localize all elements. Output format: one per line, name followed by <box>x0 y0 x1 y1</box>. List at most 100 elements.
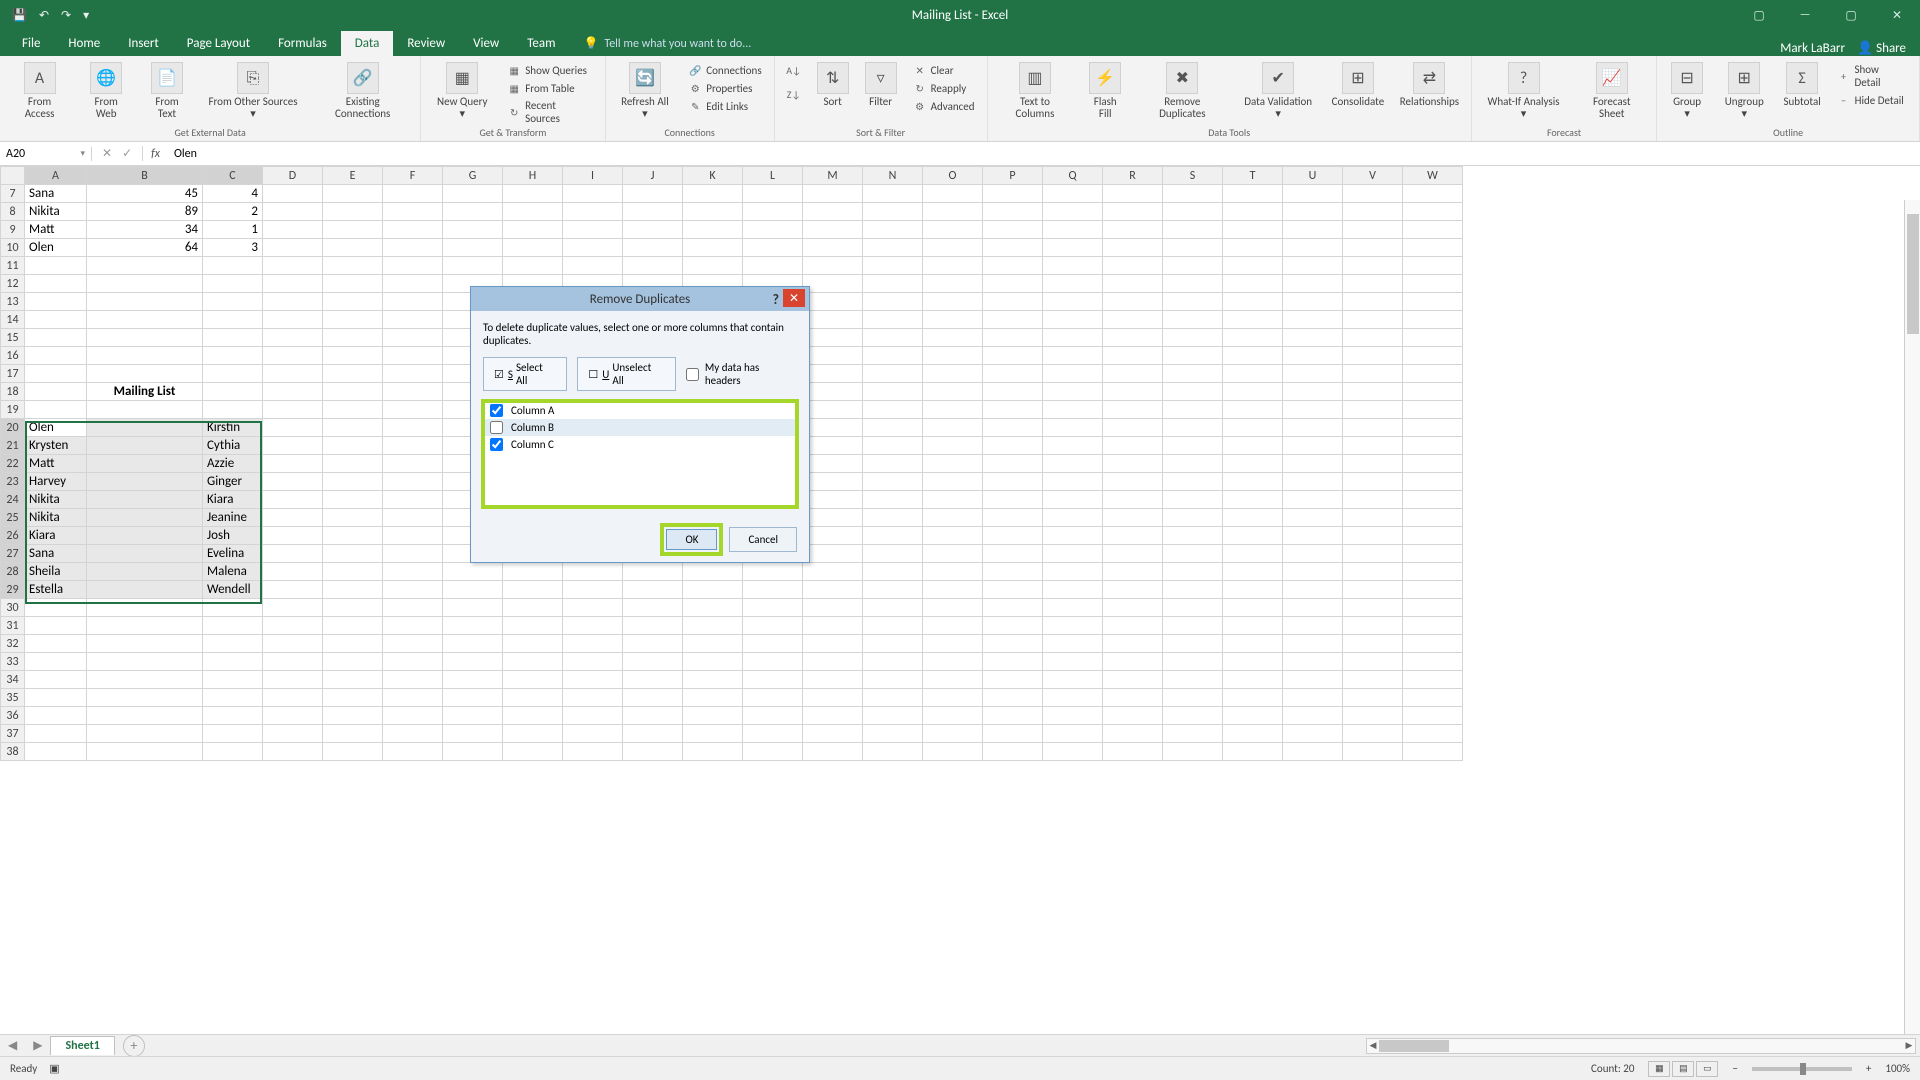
cell-J36[interactable] <box>623 707 683 725</box>
cell-B23[interactable] <box>87 473 203 491</box>
tab-insert[interactable]: Insert <box>114 31 173 56</box>
cell-D30[interactable] <box>263 599 323 617</box>
cell-H31[interactable] <box>503 617 563 635</box>
cell-B13[interactable] <box>87 293 203 311</box>
cell-P23[interactable] <box>983 473 1043 491</box>
cell-W25[interactable] <box>1403 509 1463 527</box>
col-header-G[interactable]: G <box>443 167 503 185</box>
cell-C9[interactable]: 1 <box>203 221 263 239</box>
cell-D33[interactable] <box>263 653 323 671</box>
cell-M37[interactable] <box>803 725 863 743</box>
cell-Q16[interactable] <box>1043 347 1103 365</box>
cell-R9[interactable] <box>1103 221 1163 239</box>
cell-C20[interactable]: Kirstin <box>203 419 263 437</box>
cell-O21[interactable] <box>923 437 983 455</box>
cell-V8[interactable] <box>1343 203 1403 221</box>
cell-R38[interactable] <box>1103 743 1163 761</box>
horizontal-scrollbar[interactable]: ◀ ▶ <box>1366 1038 1916 1054</box>
cell-T12[interactable] <box>1223 275 1283 293</box>
what-if-button[interactable]: ?What-If Analysis ▾ <box>1480 60 1567 122</box>
cell-R25[interactable] <box>1103 509 1163 527</box>
cell-A30[interactable] <box>25 599 87 617</box>
fx-icon[interactable]: fx <box>143 147 168 161</box>
cell-T28[interactable] <box>1223 563 1283 581</box>
cell-P29[interactable] <box>983 581 1043 599</box>
column-b-checkbox[interactable] <box>490 421 503 434</box>
cell-A29[interactable]: Estella <box>25 581 87 599</box>
cell-H29[interactable] <box>503 581 563 599</box>
cell-M22[interactable] <box>803 455 863 473</box>
cell-B38[interactable] <box>87 743 203 761</box>
cell-O34[interactable] <box>923 671 983 689</box>
cell-L34[interactable] <box>743 671 803 689</box>
cell-M9[interactable] <box>803 221 863 239</box>
cell-R18[interactable] <box>1103 383 1163 401</box>
cell-N35[interactable] <box>863 689 923 707</box>
cell-C21[interactable]: Cythia <box>203 437 263 455</box>
cell-I31[interactable] <box>563 617 623 635</box>
cell-J37[interactable] <box>623 725 683 743</box>
cell-Q28[interactable] <box>1043 563 1103 581</box>
cell-E8[interactable] <box>323 203 383 221</box>
cell-K32[interactable] <box>683 635 743 653</box>
cell-E10[interactable] <box>323 239 383 257</box>
cell-V38[interactable] <box>1343 743 1403 761</box>
cell-F34[interactable] <box>383 671 443 689</box>
cell-N19[interactable] <box>863 401 923 419</box>
cell-K38[interactable] <box>683 743 743 761</box>
cell-A32[interactable] <box>25 635 87 653</box>
row-header-18[interactable]: 18 <box>1 383 25 401</box>
col-header-W[interactable]: W <box>1403 167 1463 185</box>
cell-G8[interactable] <box>443 203 503 221</box>
cell-M10[interactable] <box>803 239 863 257</box>
cell-S12[interactable] <box>1163 275 1223 293</box>
cell-U8[interactable] <box>1283 203 1343 221</box>
cell-G10[interactable] <box>443 239 503 257</box>
cell-H10[interactable] <box>503 239 563 257</box>
cell-Q27[interactable] <box>1043 545 1103 563</box>
cell-B14[interactable] <box>87 311 203 329</box>
cell-W26[interactable] <box>1403 527 1463 545</box>
normal-view-icon[interactable]: ▦ <box>1648 1061 1670 1077</box>
col-header-A[interactable]: A <box>25 167 87 185</box>
row-header-19[interactable]: 19 <box>1 401 25 419</box>
group-button[interactable]: ⊟Group ▾ <box>1665 60 1709 122</box>
cell-D17[interactable] <box>263 365 323 383</box>
cell-S29[interactable] <box>1163 581 1223 599</box>
cell-W15[interactable] <box>1403 329 1463 347</box>
cell-N32[interactable] <box>863 635 923 653</box>
cell-K28[interactable] <box>683 563 743 581</box>
relationships-button[interactable]: ⇄Relationships <box>1396 60 1463 110</box>
cell-H35[interactable] <box>503 689 563 707</box>
cell-R28[interactable] <box>1103 563 1163 581</box>
cell-C31[interactable] <box>203 617 263 635</box>
cell-U29[interactable] <box>1283 581 1343 599</box>
cell-S19[interactable] <box>1163 401 1223 419</box>
cell-W35[interactable] <box>1403 689 1463 707</box>
row-header-36[interactable]: 36 <box>1 707 25 725</box>
cell-D13[interactable] <box>263 293 323 311</box>
cell-P9[interactable] <box>983 221 1043 239</box>
cell-S10[interactable] <box>1163 239 1223 257</box>
cell-E12[interactable] <box>323 275 383 293</box>
cell-U19[interactable] <box>1283 401 1343 419</box>
cell-F35[interactable] <box>383 689 443 707</box>
cell-T29[interactable] <box>1223 581 1283 599</box>
cell-N30[interactable] <box>863 599 923 617</box>
cell-N21[interactable] <box>863 437 923 455</box>
cell-A22[interactable]: Matt <box>25 455 87 473</box>
cell-E18[interactable] <box>323 383 383 401</box>
cell-F7[interactable] <box>383 185 443 203</box>
cell-A19[interactable] <box>25 401 87 419</box>
row-header-22[interactable]: 22 <box>1 455 25 473</box>
cell-F13[interactable] <box>383 293 443 311</box>
select-all-button[interactable]: ☑SSelect All <box>483 357 567 391</box>
cell-O15[interactable] <box>923 329 983 347</box>
cell-R12[interactable] <box>1103 275 1163 293</box>
cell-R24[interactable] <box>1103 491 1163 509</box>
cell-S16[interactable] <box>1163 347 1223 365</box>
zoom-level[interactable]: 100% <box>1885 1062 1910 1075</box>
cell-M15[interactable] <box>803 329 863 347</box>
cell-P14[interactable] <box>983 311 1043 329</box>
cell-V16[interactable] <box>1343 347 1403 365</box>
